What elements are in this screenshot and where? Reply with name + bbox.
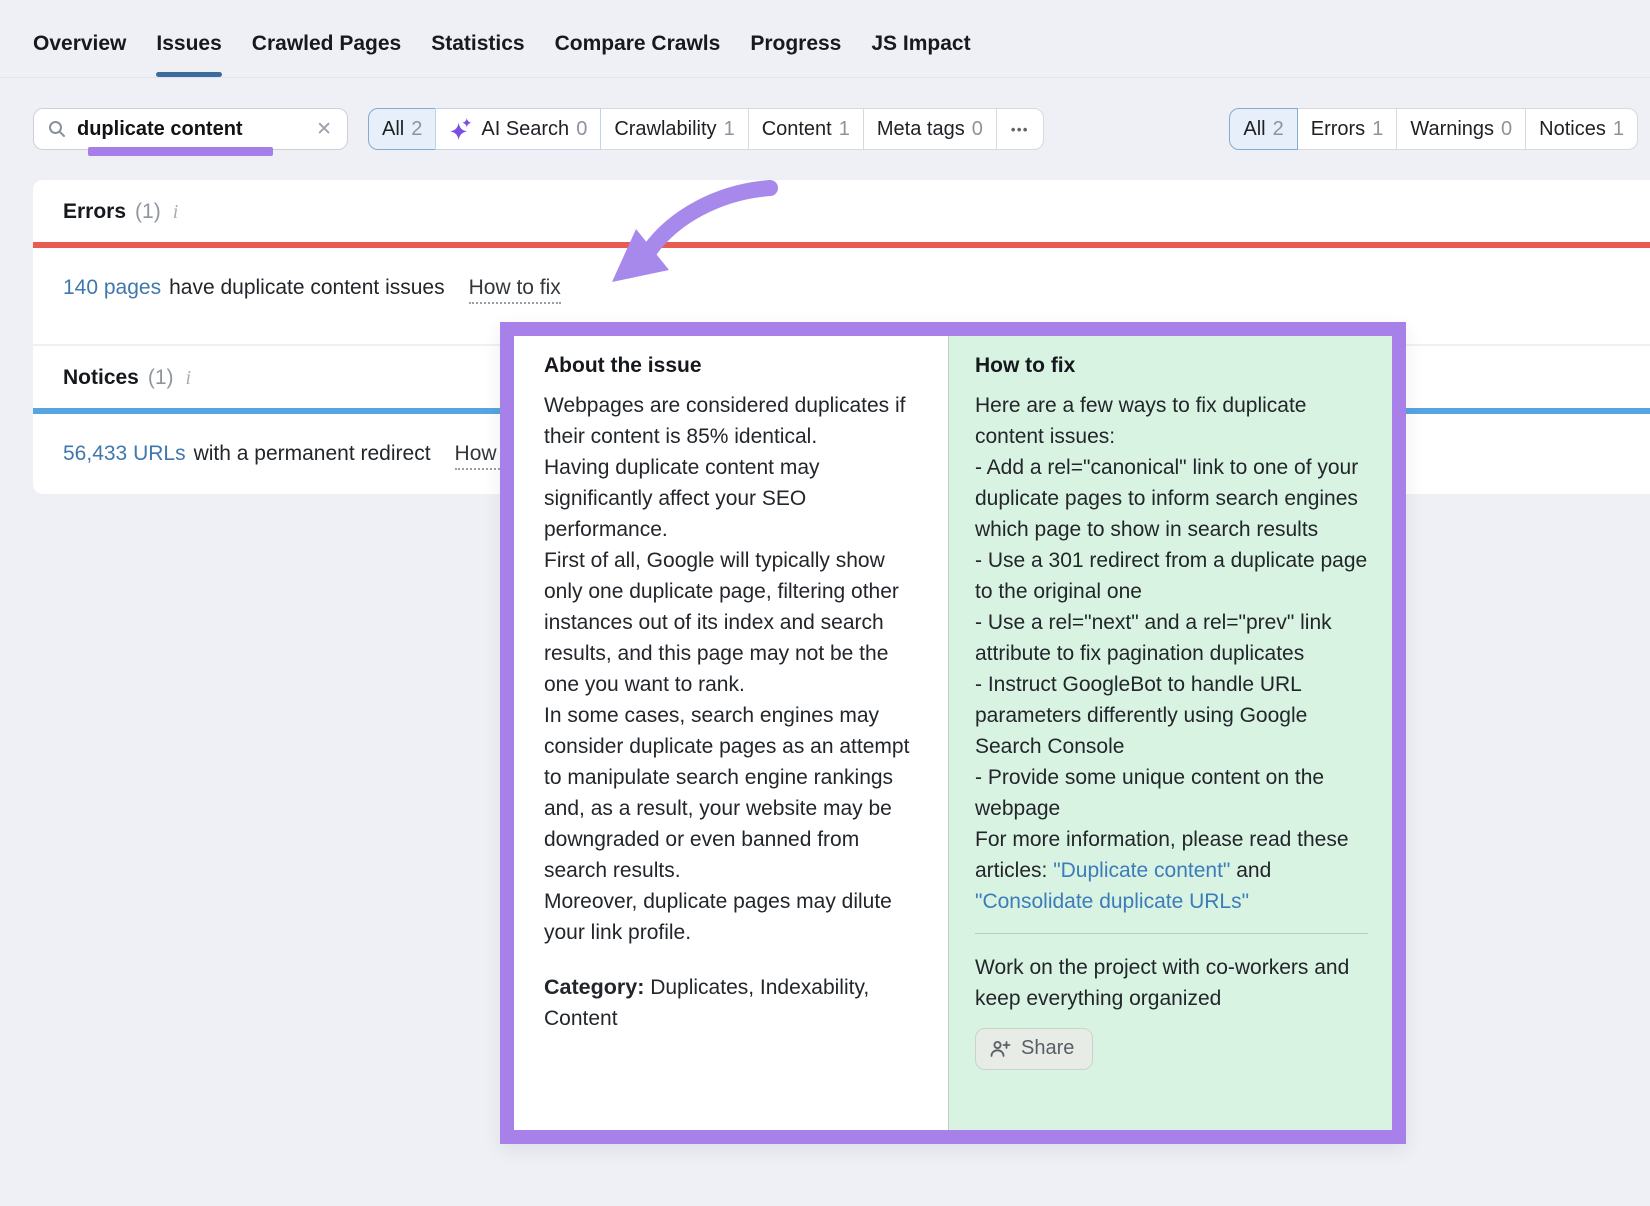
chip-label: Notices — [1539, 118, 1606, 141]
chip-count: 0 — [972, 118, 983, 141]
notice-urls-link[interactable]: 56,433 URLs — [63, 442, 186, 466]
chip-count: 1 — [724, 118, 735, 141]
search-icon — [47, 119, 67, 139]
filter-chip-all-severities[interactable]: All 2 — [1229, 108, 1297, 150]
about-text-line: Webpages are considered duplicates if th… — [544, 390, 928, 452]
tab-overview[interactable]: Overview — [33, 32, 126, 77]
chip-count: 1 — [839, 118, 850, 141]
issue-tooltip-popup: About the issue Webpages are considered … — [500, 322, 1406, 1144]
info-icon[interactable]: i — [170, 201, 179, 224]
filter-chip-meta-tags[interactable]: Meta tags 0 — [863, 108, 997, 150]
chip-label: Crawlability — [614, 118, 716, 141]
clear-search-icon[interactable]: ✕ — [314, 118, 334, 141]
fix-text-line: Here are a few ways to fix duplicate con… — [975, 390, 1368, 452]
category-filter-group: All 2 AI Search 0 Crawlability 1 Content… — [368, 108, 1044, 150]
about-text-line: In some cases, search engines may consid… — [544, 700, 928, 886]
how-to-fix-title: How to fix — [975, 354, 1368, 378]
chip-count: 1 — [1613, 118, 1624, 141]
fix-text-line: - Provide some unique content on the web… — [975, 762, 1368, 824]
add-person-icon — [989, 1039, 1011, 1059]
chip-label: Meta tags — [877, 118, 965, 141]
chip-label: Warnings — [1410, 118, 1494, 141]
notices-count: (1) — [148, 366, 174, 390]
filter-chip-all-categories[interactable]: All 2 — [368, 108, 436, 150]
about-the-issue-panel: About the issue Webpages are considered … — [514, 336, 948, 1130]
category-row: Category: Duplicates, Indexability, Cont… — [544, 972, 928, 1034]
chip-count: 1 — [1372, 118, 1383, 141]
search-annotation-underline — [88, 147, 273, 156]
error-how-to-fix-link[interactable]: How to fix — [469, 276, 561, 304]
fix-text-line: - Use a rel="next" and a rel="prev" link… — [975, 607, 1368, 669]
chip-count: 0 — [1501, 118, 1512, 141]
errors-header: Errors (1) i — [63, 200, 178, 224]
search-value: duplicate content — [77, 118, 314, 141]
about-title: About the issue — [544, 354, 928, 378]
notices-header: Notices (1) i — [63, 366, 191, 390]
notice-issue-text: with a permanent redirect — [194, 442, 431, 466]
filter-chip-crawlability[interactable]: Crawlability 1 — [600, 108, 748, 150]
severity-filter-group: All 2 Errors 1 Warnings 0 Notices 1 — [1229, 108, 1638, 150]
nav-divider — [0, 77, 1650, 78]
top-nav: Overview Issues Crawled Pages Statistics… — [33, 32, 971, 77]
chip-count: 0 — [576, 118, 587, 141]
filter-chip-errors[interactable]: Errors 1 — [1297, 108, 1398, 150]
more-filters-button[interactable]: ••• — [996, 108, 1044, 150]
error-issue-text: have duplicate content issues — [169, 276, 445, 300]
tab-issues[interactable]: Issues — [156, 32, 221, 77]
category-label: Category: — [544, 975, 644, 999]
info-icon[interactable]: i — [183, 367, 192, 390]
fix-text-line: - Instruct GoogleBot to handle URL param… — [975, 669, 1368, 762]
search-input[interactable]: duplicate content ✕ — [33, 108, 348, 150]
chip-count: 2 — [411, 118, 422, 141]
ellipsis-icon: ••• — [1011, 122, 1029, 137]
error-issue-row: 140 pages have duplicate content issues … — [63, 276, 561, 304]
chip-label: Errors — [1311, 118, 1365, 141]
tab-statistics[interactable]: Statistics — [431, 32, 524, 77]
fix-text-line: - Use a 301 redirect from a duplicate pa… — [975, 545, 1368, 607]
chip-count: 2 — [1273, 118, 1284, 141]
errors-severity-line — [33, 242, 1650, 248]
share-footer-text: Work on the project with co-workers and … — [975, 952, 1368, 1014]
consolidate-duplicate-urls-article-link[interactable]: "Consolidate duplicate URLs" — [975, 890, 1249, 913]
annotation-arrow — [555, 162, 815, 307]
tab-crawled-pages[interactable]: Crawled Pages — [252, 32, 401, 77]
connector-text: and — [1230, 859, 1271, 882]
tab-compare-crawls[interactable]: Compare Crawls — [555, 32, 721, 77]
chip-label: All — [1243, 118, 1265, 141]
notices-title: Notices — [63, 366, 139, 390]
filter-chip-ai-search[interactable]: AI Search 0 — [435, 108, 601, 150]
how-to-fix-panel: How to fix Here are a few ways to fix du… — [948, 336, 1392, 1130]
chip-label: Content — [762, 118, 832, 141]
filter-chip-warnings[interactable]: Warnings 0 — [1396, 108, 1526, 150]
notice-issue-row: 56,433 URLs with a permanent redirect Ho… — [63, 442, 547, 470]
duplicate-content-article-link[interactable]: "Duplicate content" — [1053, 859, 1230, 882]
chip-label: All — [382, 118, 404, 141]
about-text-line: Having duplicate content may significant… — [544, 452, 928, 545]
share-button[interactable]: Share — [975, 1028, 1093, 1070]
errors-section: Errors (1) i 140 pages have duplicate co… — [33, 180, 1650, 344]
filter-chip-notices[interactable]: Notices 1 — [1525, 108, 1638, 150]
about-text-line: First of all, Google will typically show… — [544, 545, 928, 700]
more-info-line: For more information, please read these … — [975, 824, 1368, 917]
chip-label: AI Search — [481, 118, 569, 141]
error-pages-link[interactable]: 140 pages — [63, 276, 161, 300]
fix-panel-divider — [975, 933, 1368, 934]
tab-js-impact[interactable]: JS Impact — [871, 32, 970, 77]
tab-progress[interactable]: Progress — [750, 32, 841, 77]
errors-count: (1) — [135, 200, 161, 224]
filter-chip-content[interactable]: Content 1 — [748, 108, 864, 150]
sparkles-icon — [449, 117, 474, 142]
about-text-line: Moreover, duplicate pages may dilute you… — [544, 886, 928, 948]
share-label: Share — [1021, 1037, 1074, 1060]
fix-text-line: - Add a rel="canonical" link to one of y… — [975, 452, 1368, 545]
errors-title: Errors — [63, 200, 126, 224]
